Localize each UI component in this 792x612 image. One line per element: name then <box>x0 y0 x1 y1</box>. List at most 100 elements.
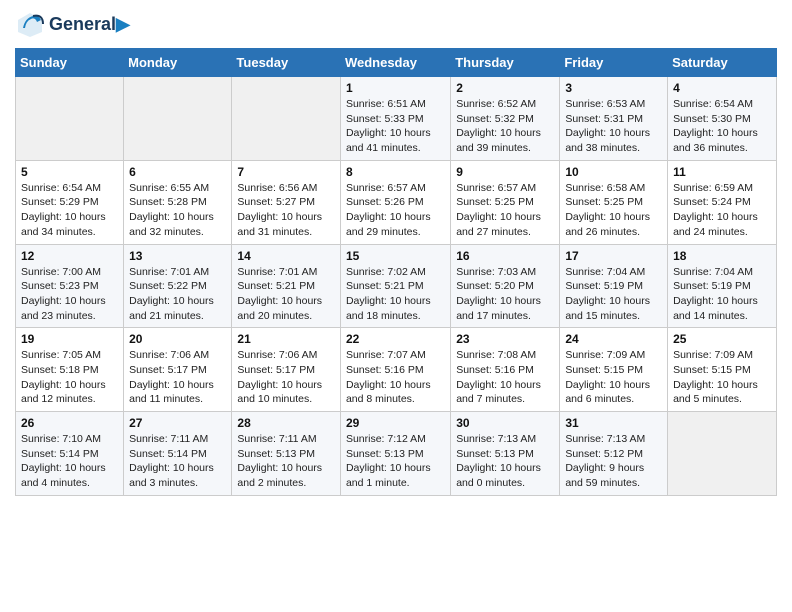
calendar-cell: 14 Sunrise: 7:01 AMSunset: 5:21 PMDayligh… <box>232 244 341 328</box>
calendar-cell: 31 Sunrise: 7:13 AMSunset: 5:12 PMDayligh… <box>560 412 668 496</box>
day-info: Sunrise: 7:13 AMSunset: 5:12 PMDaylight:… <box>565 432 662 491</box>
day-info: Sunrise: 6:53 AMSunset: 5:31 PMDaylight:… <box>565 97 662 156</box>
day-info: Sunrise: 7:06 AMSunset: 5:17 PMDaylight:… <box>129 348 226 407</box>
calendar-cell: 28Sunrise: 7:11 AMSunset: 5:13 PMDayligh… <box>232 412 341 496</box>
day-info: Sunrise: 7:01 AMSunset: 5:21 PMDaylight:… <box>237 265 335 324</box>
day-number: 27 <box>129 416 226 430</box>
calendar-cell: 15Sunrise: 7:02 AMSunset: 5:21 PMDayligh… <box>340 244 450 328</box>
calendar-cell: 17Sunrise: 7:04 AMSunset: 5:19 PMDayligh… <box>560 244 668 328</box>
calendar-cell: 9 Sunrise: 6:57 AMSunset: 5:25 PMDaylight… <box>451 160 560 244</box>
calendar-cell: 4 Sunrise: 6:54 AMSunset: 5:30 PMDaylight… <box>668 77 777 161</box>
calendar-cell <box>668 412 777 496</box>
day-number: 9 <box>456 165 554 179</box>
day-header-sunday: Sunday <box>16 49 124 77</box>
day-info: Sunrise: 6:57 AMSunset: 5:25 PMDaylight:… <box>456 181 554 240</box>
calendar-cell: 7 Sunrise: 6:56 AMSunset: 5:27 PMDaylight… <box>232 160 341 244</box>
day-info: Sunrise: 6:58 AMSunset: 5:25 PMDaylight:… <box>565 181 662 240</box>
day-header-saturday: Saturday <box>668 49 777 77</box>
day-info: Sunrise: 6:55 AMSunset: 5:28 PMDaylight:… <box>129 181 226 240</box>
logo: General▶ <box>15 10 130 40</box>
day-number: 10 <box>565 165 662 179</box>
day-number: 24 <box>565 332 662 346</box>
day-number: 17 <box>565 249 662 263</box>
calendar-cell: 20 Sunrise: 7:06 AMSunset: 5:17 PMDayligh… <box>124 328 232 412</box>
day-number: 25 <box>673 332 771 346</box>
calendar-week-row: 26 Sunrise: 7:10 AMSunset: 5:14 PMDayligh… <box>16 412 777 496</box>
day-number: 23 <box>456 332 554 346</box>
calendar-week-row: 19Sunrise: 7:05 AMSunset: 5:18 PMDayligh… <box>16 328 777 412</box>
day-info: Sunrise: 7:13 AMSunset: 5:13 PMDaylight:… <box>456 432 554 491</box>
day-info: Sunrise: 7:04 AMSunset: 5:19 PMDaylight:… <box>673 265 771 324</box>
calendar-week-row: 1 Sunrise: 6:51 AMSunset: 5:33 PMDaylight… <box>16 77 777 161</box>
calendar-cell: 22 Sunrise: 7:07 AMSunset: 5:16 PMDayligh… <box>340 328 450 412</box>
day-number: 7 <box>237 165 335 179</box>
day-number: 6 <box>129 165 226 179</box>
day-number: 8 <box>346 165 445 179</box>
day-info: Sunrise: 7:02 AMSunset: 5:21 PMDaylight:… <box>346 265 445 324</box>
calendar-week-row: 12 Sunrise: 7:00 AMSunset: 5:23 PMDayligh… <box>16 244 777 328</box>
day-number: 3 <box>565 81 662 95</box>
day-info: Sunrise: 7:09 AMSunset: 5:15 PMDaylight:… <box>565 348 662 407</box>
day-number: 31 <box>565 416 662 430</box>
day-number: 29 <box>346 416 445 430</box>
day-number: 18 <box>673 249 771 263</box>
day-number: 11 <box>673 165 771 179</box>
day-info: Sunrise: 7:06 AMSunset: 5:17 PMDaylight:… <box>237 348 335 407</box>
calendar-cell: 3 Sunrise: 6:53 AMSunset: 5:31 PMDaylight… <box>560 77 668 161</box>
day-info: Sunrise: 6:52 AMSunset: 5:32 PMDaylight:… <box>456 97 554 156</box>
calendar-header-row: SundayMondayTuesdayWednesdayThursdayFrid… <box>16 49 777 77</box>
day-info: Sunrise: 7:01 AMSunset: 5:22 PMDaylight:… <box>129 265 226 324</box>
calendar-cell: 23 Sunrise: 7:08 AMSunset: 5:16 PMDayligh… <box>451 328 560 412</box>
day-number: 2 <box>456 81 554 95</box>
page-header: General▶ <box>15 10 777 40</box>
day-header-tuesday: Tuesday <box>232 49 341 77</box>
day-number: 14 <box>237 249 335 263</box>
calendar-cell: 24 Sunrise: 7:09 AMSunset: 5:15 PMDayligh… <box>560 328 668 412</box>
calendar-cell: 12 Sunrise: 7:00 AMSunset: 5:23 PMDayligh… <box>16 244 124 328</box>
day-header-monday: Monday <box>124 49 232 77</box>
day-number: 28 <box>237 416 335 430</box>
day-number: 22 <box>346 332 445 346</box>
day-number: 21 <box>237 332 335 346</box>
day-number: 4 <box>673 81 771 95</box>
day-info: Sunrise: 6:51 AMSunset: 5:33 PMDaylight:… <box>346 97 445 156</box>
calendar-cell: 11 Sunrise: 6:59 AMSunset: 5:24 PMDayligh… <box>668 160 777 244</box>
day-header-thursday: Thursday <box>451 49 560 77</box>
calendar-week-row: 5Sunrise: 6:54 AMSunset: 5:29 PMDaylight… <box>16 160 777 244</box>
day-info: Sunrise: 6:56 AMSunset: 5:27 PMDaylight:… <box>237 181 335 240</box>
day-header-friday: Friday <box>560 49 668 77</box>
calendar-cell: 29 Sunrise: 7:12 AMSunset: 5:13 PMDayligh… <box>340 412 450 496</box>
day-number: 26 <box>21 416 118 430</box>
day-info: Sunrise: 7:07 AMSunset: 5:16 PMDaylight:… <box>346 348 445 407</box>
calendar-cell: 8 Sunrise: 6:57 AMSunset: 5:26 PMDaylight… <box>340 160 450 244</box>
calendar-cell: 21 Sunrise: 7:06 AMSunset: 5:17 PMDayligh… <box>232 328 341 412</box>
day-info: Sunrise: 6:57 AMSunset: 5:26 PMDaylight:… <box>346 181 445 240</box>
day-info: Sunrise: 7:12 AMSunset: 5:13 PMDaylight:… <box>346 432 445 491</box>
logo-text-line1: General▶ <box>49 15 130 35</box>
calendar-cell: 18 Sunrise: 7:04 AMSunset: 5:19 PMDayligh… <box>668 244 777 328</box>
calendar-table: SundayMondayTuesdayWednesdayThursdayFrid… <box>15 48 777 496</box>
day-number: 12 <box>21 249 118 263</box>
day-number: 20 <box>129 332 226 346</box>
day-info: Sunrise: 6:54 AMSunset: 5:30 PMDaylight:… <box>673 97 771 156</box>
day-number: 13 <box>129 249 226 263</box>
day-info: Sunrise: 7:10 AMSunset: 5:14 PMDaylight:… <box>21 432 118 491</box>
calendar-cell <box>16 77 124 161</box>
day-info: Sunrise: 7:08 AMSunset: 5:16 PMDaylight:… <box>456 348 554 407</box>
calendar-cell: 19Sunrise: 7:05 AMSunset: 5:18 PMDayligh… <box>16 328 124 412</box>
calendar-cell: 16Sunrise: 7:03 AMSunset: 5:20 PMDayligh… <box>451 244 560 328</box>
day-number: 1 <box>346 81 445 95</box>
day-info: Sunrise: 7:09 AMSunset: 5:15 PMDaylight:… <box>673 348 771 407</box>
calendar-cell: 5Sunrise: 6:54 AMSunset: 5:29 PMDaylight… <box>16 160 124 244</box>
day-info: Sunrise: 7:00 AMSunset: 5:23 PMDaylight:… <box>21 265 118 324</box>
calendar-cell: 2 Sunrise: 6:52 AMSunset: 5:32 PMDaylight… <box>451 77 560 161</box>
logo-icon <box>15 10 45 40</box>
calendar-cell: 27 Sunrise: 7:11 AMSunset: 5:14 PMDayligh… <box>124 412 232 496</box>
calendar-cell: 10 Sunrise: 6:58 AMSunset: 5:25 PMDayligh… <box>560 160 668 244</box>
day-info: Sunrise: 6:59 AMSunset: 5:24 PMDaylight:… <box>673 181 771 240</box>
calendar-cell: 13 Sunrise: 7:01 AMSunset: 5:22 PMDayligh… <box>124 244 232 328</box>
calendar-cell: 26 Sunrise: 7:10 AMSunset: 5:14 PMDayligh… <box>16 412 124 496</box>
day-info: Sunrise: 7:11 AMSunset: 5:14 PMDaylight:… <box>129 432 226 491</box>
calendar-cell: 1 Sunrise: 6:51 AMSunset: 5:33 PMDaylight… <box>340 77 450 161</box>
day-number: 16 <box>456 249 554 263</box>
